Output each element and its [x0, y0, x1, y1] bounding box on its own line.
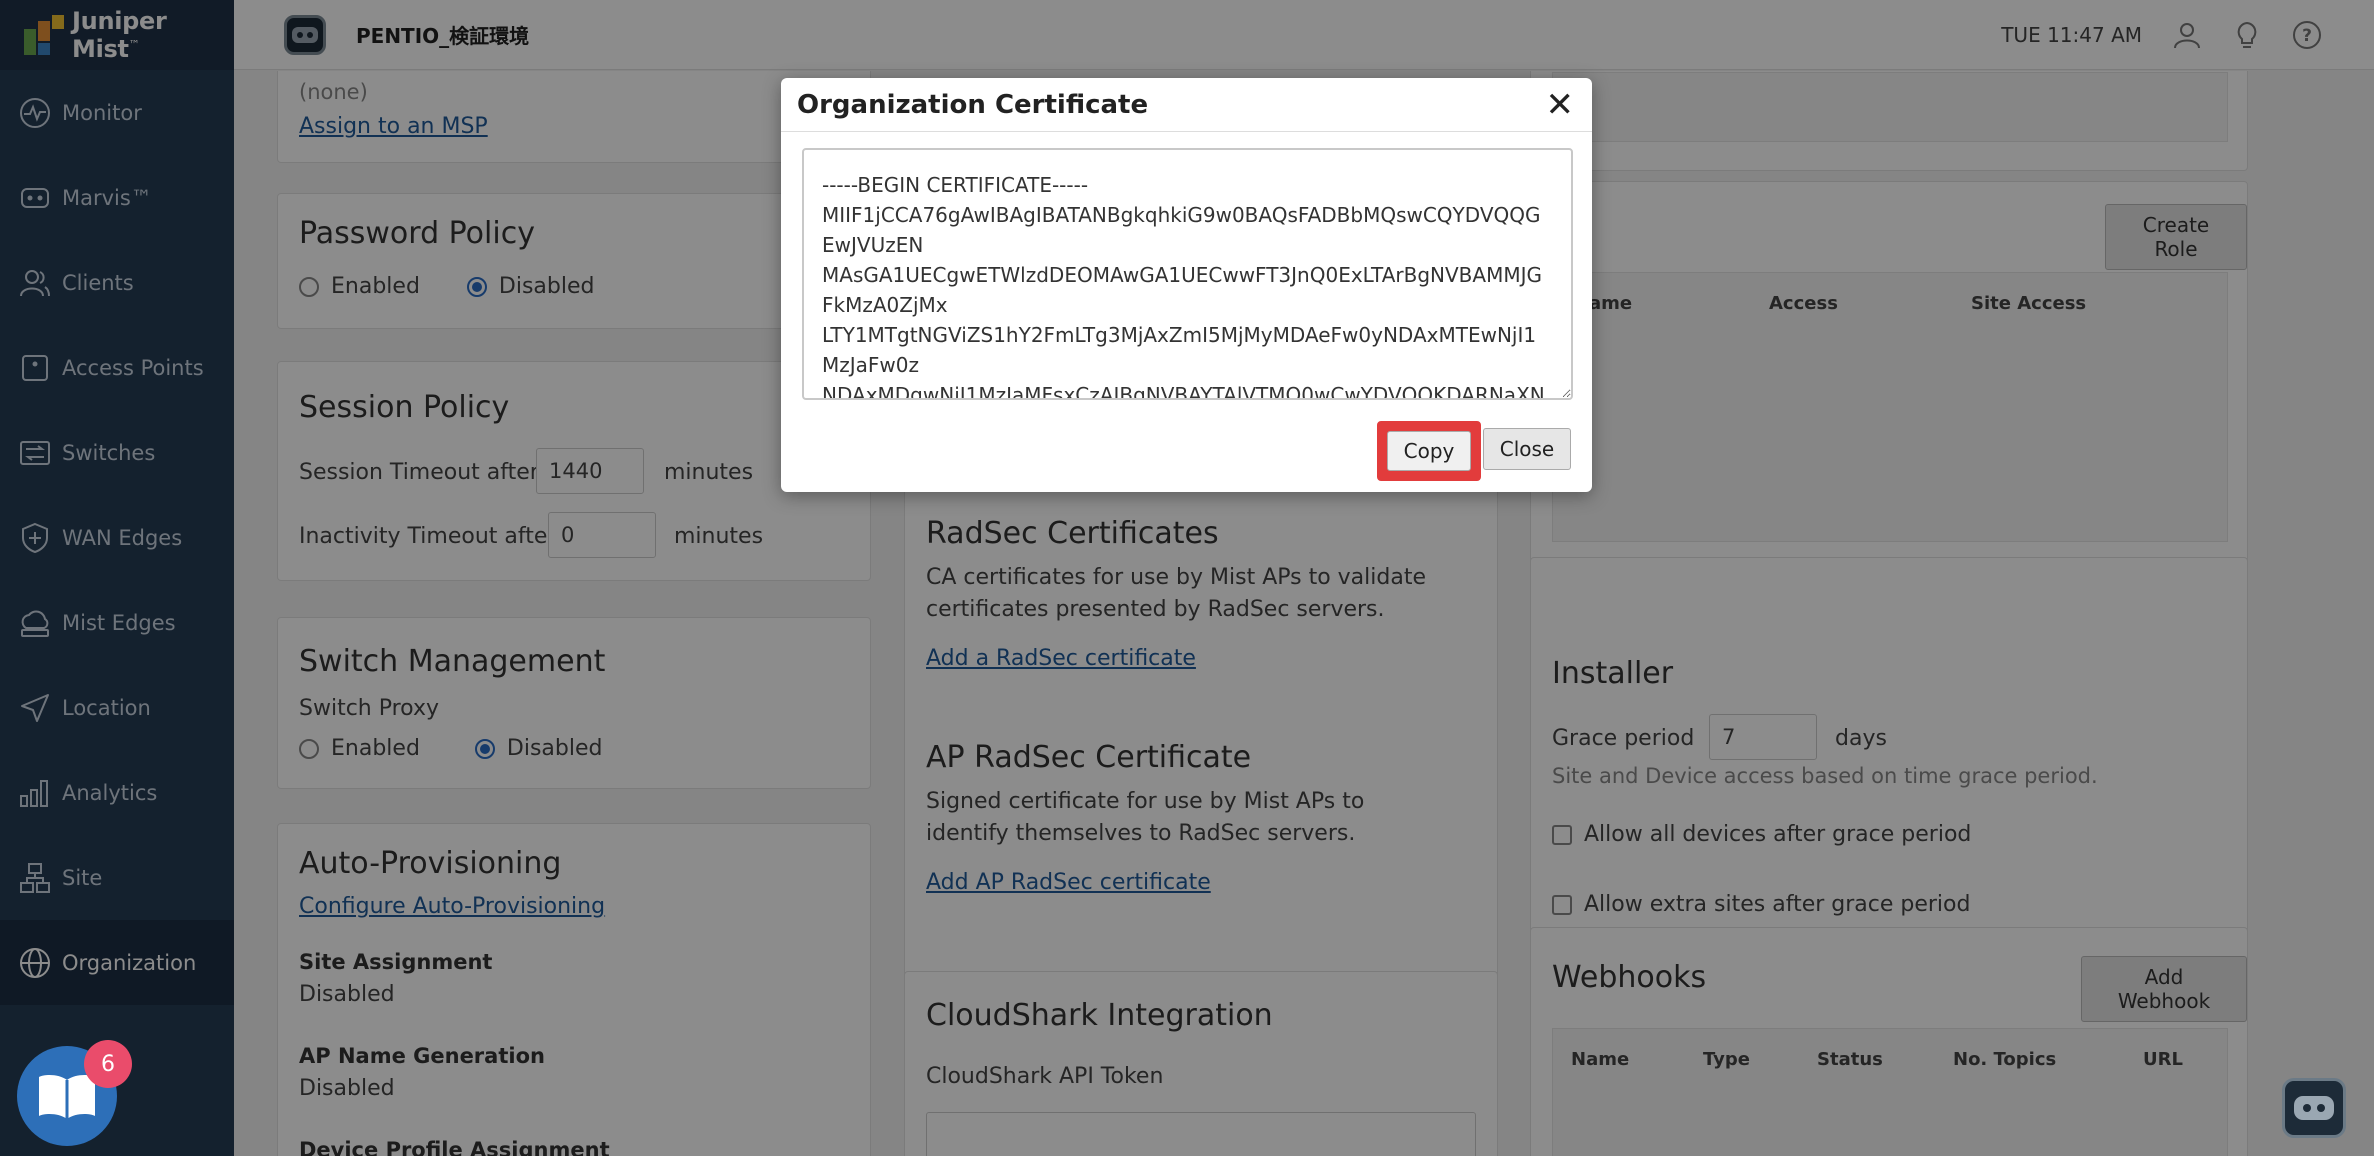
modal-title: Organization Certificate — [797, 89, 1149, 120]
copy-button[interactable]: Copy — [1387, 431, 1471, 471]
modal-header: Organization Certificate — [781, 78, 1592, 132]
certificate-textarea[interactable]: -----BEGIN CERTIFICATE----- MIIF1jCCA76g… — [802, 148, 1573, 400]
organization-certificate-modal: Organization Certificate ✕ -----BEGIN CE… — [781, 78, 1592, 492]
close-icon[interactable]: ✕ — [1546, 88, 1575, 122]
copy-button-highlight: Copy — [1377, 421, 1481, 481]
marvis-chat-icon[interactable] — [2282, 1078, 2346, 1138]
notification-count-badge: 6 — [84, 1040, 132, 1088]
close-button[interactable]: Close — [1483, 428, 1571, 470]
